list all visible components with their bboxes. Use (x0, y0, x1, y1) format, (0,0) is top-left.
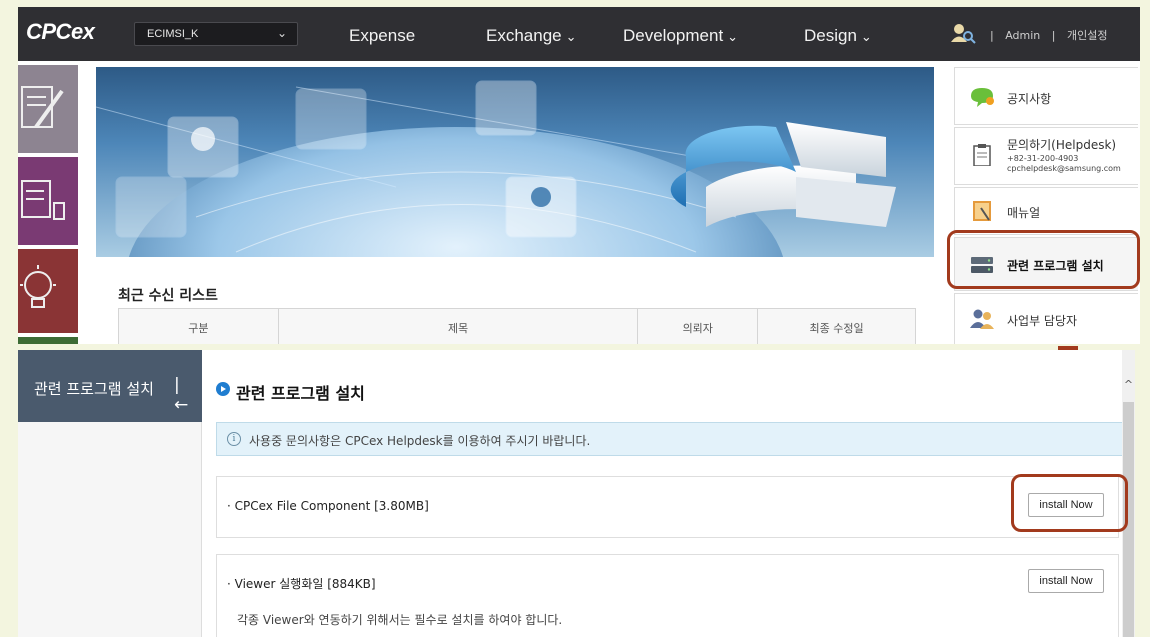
table-header[interactable]: 제목 (277, 308, 639, 344)
side-tile-extra[interactable] (18, 337, 78, 344)
quick-link-helpdesk[interactable]: 문의하기(Helpdesk) +82-31-200-4903 cpchelpde… (954, 127, 1138, 185)
admin-link[interactable]: Admin (1005, 29, 1040, 42)
helpdesk-email: cpchelpdesk@samsung.com (1007, 164, 1121, 173)
nav-design[interactable]: Design ⌄ (804, 26, 872, 46)
side-tile-idea[interactable] (18, 249, 78, 333)
quick-link-notice[interactable]: 공지사항 (954, 67, 1138, 125)
table-header[interactable]: 의뢰자 (637, 308, 759, 344)
org-select[interactable]: ECIMSI_K ⌄ (134, 22, 298, 46)
user-search-icon[interactable] (950, 22, 976, 44)
collapse-left-icon[interactable]: |← (174, 375, 192, 415)
recent-list-table: 구분 제목 의뢰자 최종 수정일 (118, 308, 916, 344)
hero-banner (96, 67, 934, 257)
table-header[interactable]: 최종 수정일 (757, 308, 916, 344)
quick-link-manual[interactable]: 매뉴얼 (954, 187, 1138, 235)
highlight-install-button (1011, 474, 1128, 532)
info-text: 사용중 문의사항은 CPCex Helpdesk를 이용하여 주시기 바랍니다. (249, 434, 591, 448)
quick-link-label: 공지사항 (1007, 92, 1052, 106)
quick-link-label: 매뉴얼 (1007, 206, 1041, 220)
chevron-down-icon: ⌄ (565, 29, 577, 44)
program-name: · Viewer 실행화일 [884KB] (227, 577, 376, 591)
nav-development-label: Development (623, 26, 724, 45)
left-panel: 관련 프로그램 설치 |← (18, 350, 202, 637)
manual-book-icon (973, 201, 991, 221)
nav-expense-label: Expense (349, 26, 416, 45)
quick-links-panel: 공지사항 문의하기(Helpdesk) +82-31-200-4903 cpch… (954, 67, 1138, 344)
nav-expense[interactable]: Expense (349, 26, 415, 46)
helpdesk-phone: +82-31-200-4903 (1007, 154, 1079, 163)
top-navbar: CPCex ECIMSI_K ⌄ Expense Exchange ⌄ Devel… (18, 7, 1140, 61)
org-select-value: ECIMSI_K (147, 28, 199, 40)
info-notice: i 사용중 문의사항은 CPCex Helpdesk를 이용하여 주시기 바랍니… (216, 422, 1133, 456)
clipboard-icon (973, 144, 991, 166)
quick-link-division-manager[interactable]: 사업부 담당자 (954, 293, 1138, 344)
recent-list-title: 최근 수신 리스트 (118, 288, 218, 304)
left-panel-header: 관련 프로그램 설치 |← (18, 350, 202, 422)
side-tile-write[interactable] (18, 65, 78, 153)
bottom-screenshot: 관련 프로그램 설치 |← 관련 프로그램 설치 i 사용중 문의사항은 CPC… (18, 350, 1135, 637)
info-icon: i (227, 432, 241, 446)
chevron-down-icon: ⌄ (276, 26, 287, 40)
separator: | (990, 29, 994, 42)
people-icon (970, 309, 994, 329)
highlight-install-link (947, 230, 1140, 289)
install-now-button[interactable]: install Now (1028, 569, 1104, 593)
program-description: 각종 Viewer와 연동하기 위해서는 필수로 설치를 하여야 합니다. (237, 613, 563, 627)
document-icon (21, 180, 65, 220)
separator: | (1051, 29, 1056, 42)
app-logo[interactable]: CPCex (26, 19, 95, 45)
quick-link-label: 사업부 담당자 (1007, 314, 1078, 328)
program-name: · CPCex File Component [3.80MB] (227, 499, 429, 513)
scroll-up-icon[interactable]: ^ (1122, 378, 1135, 392)
personal-settings-link[interactable]: 개인설정 (1067, 29, 1107, 42)
nav-design-label: Design (804, 26, 857, 45)
quick-link-label: 문의하기(Helpdesk) (1007, 138, 1117, 152)
side-tile-document[interactable] (18, 157, 78, 245)
page-title: 관련 프로그램 설치 (236, 384, 365, 403)
table-header[interactable]: 구분 (118, 308, 279, 344)
admin-links: | Admin | 개인설정 (990, 27, 1115, 43)
program-item: · CPCex File Component [3.80MB] install … (216, 476, 1119, 538)
title-bullet-icon (216, 382, 230, 396)
side-tiles (18, 61, 78, 344)
lightbulb-icon (20, 265, 56, 308)
speech-bubble-icon (971, 88, 994, 107)
program-item: · Viewer 실행화일 [884KB] install Now 각종 Vie… (216, 554, 1119, 637)
nav-exchange[interactable]: Exchange ⌄ (486, 26, 577, 46)
chevron-down-icon: ⌄ (860, 29, 872, 44)
banner-illustration (96, 80, 896, 257)
nav-development[interactable]: Development ⌄ (623, 26, 738, 46)
left-panel-title: 관련 프로그램 설치 (34, 380, 154, 398)
chevron-down-icon: ⌄ (727, 29, 739, 44)
top-screenshot: CPCex ECIMSI_K ⌄ Expense Exchange ⌄ Devel… (18, 7, 1140, 344)
nav-exchange-label: Exchange (486, 26, 562, 45)
pencil-icon (21, 86, 64, 129)
